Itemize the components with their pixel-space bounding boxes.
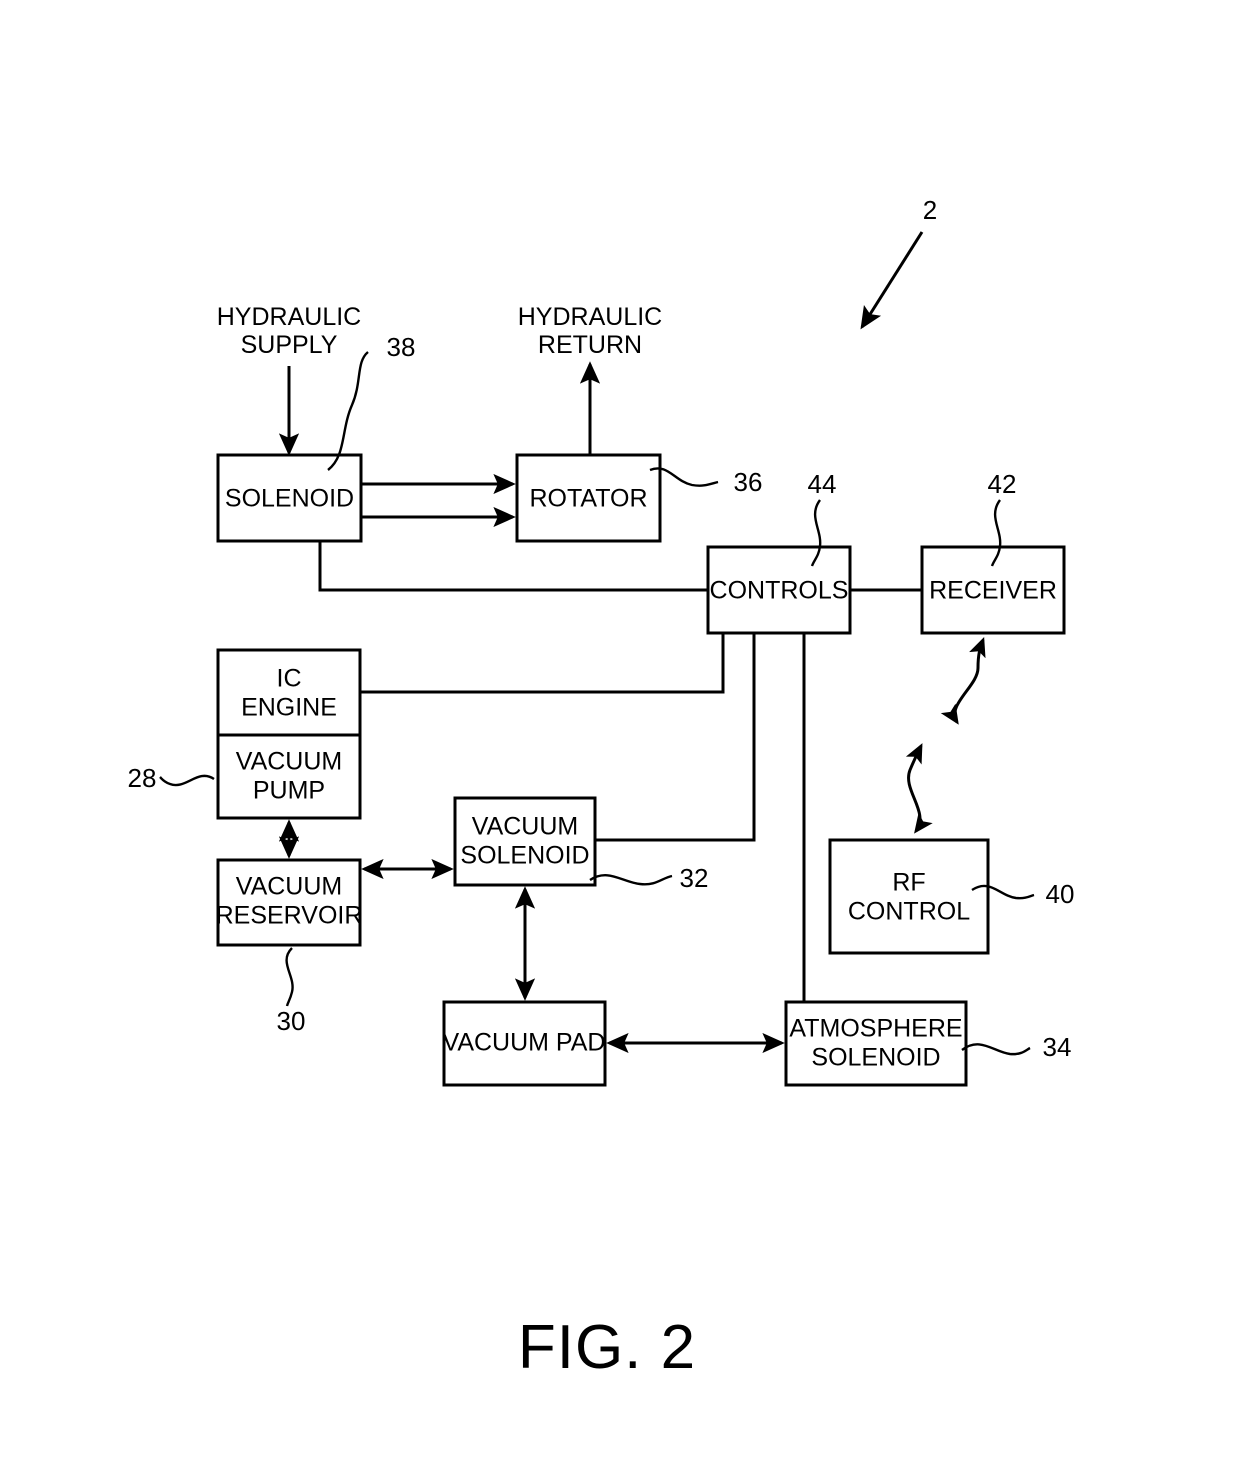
block-solenoid[interactable]: SOLENOID [216, 453, 363, 543]
ref-numeral-44: 44 [808, 469, 837, 499]
block-rf-control[interactable]: RF CONTROL [828, 838, 990, 955]
vacuum-pad-label: VACUUM PAD [443, 1029, 606, 1057]
leader-line-42 [990, 499, 1002, 567]
ref-callout-32: 32 [589, 863, 709, 893]
vacuum-solenoid-label-line2: SOLENOID [460, 842, 589, 870]
ref-numeral-34: 34 [1043, 1032, 1072, 1062]
figure-caption: FIG. 2 [518, 1313, 696, 1382]
hydraulic-supply-label: HYDRAULIC SUPPLY [217, 303, 361, 456]
hydraulic-supply-line2: SUPPLY [241, 331, 338, 359]
vacuum-reservoir-label-line2: RESERVOIR [216, 902, 363, 930]
vacuum-pump-label-line2: PUMP [253, 777, 325, 805]
hydraulic-return-line2: RETURN [538, 331, 642, 359]
controls-label: CONTROLS [710, 577, 849, 605]
ref-callout-34: 34 [961, 1032, 1072, 1062]
ref-numeral-36: 36 [734, 467, 763, 497]
solenoid-to-controls-line [318, 541, 708, 592]
rf-control-label-line1: RF [892, 869, 925, 897]
block-atmosphere-solenoid[interactable]: ATMOSPHERE SOLENOID [784, 1000, 968, 1087]
hydraulic-return-line1: HYDRAULIC [518, 303, 662, 331]
ref-callout-36: 36 [649, 467, 763, 497]
ic-engine-label-line1: IC [277, 665, 302, 693]
block-diagram: 2 HYDRAULIC SUPPLY HYDRAULIC RETURN SOLE… [128, 195, 1075, 1382]
leader-line-28 [159, 774, 215, 787]
patent-figure-page: 2 HYDRAULIC SUPPLY HYDRAULIC RETURN SOLE… [0, 0, 1240, 1468]
atmosphere-solenoid-label-line1: ATMOSPHERE [789, 1015, 962, 1043]
block-ic-engine-vacuum-pump[interactable]: IC ENGINE VACUUM PUMP [216, 648, 362, 820]
vacuum-solenoid-label-line1: VACUUM [472, 813, 578, 841]
ref-callout-42: 42 [988, 469, 1017, 567]
hydraulic-supply-line1: HYDRAULIC [217, 303, 361, 331]
ref-numeral-42: 42 [988, 469, 1017, 499]
rf-wavy-arrow-upper [940, 636, 986, 725]
block-vacuum-pad[interactable]: VACUUM PAD [442, 1000, 607, 1087]
ref-numeral-40: 40 [1046, 879, 1075, 909]
block-vacuum-reservoir[interactable]: VACUUM RESERVOIR [216, 858, 363, 947]
ref-numeral-32: 32 [680, 863, 709, 893]
ref-callout-44: 44 [808, 469, 837, 567]
hydraulic-return-label: HYDRAULIC RETURN [518, 303, 662, 455]
ref-callout-38: 38 [327, 332, 416, 471]
block-receiver[interactable]: RECEIVER [920, 545, 1066, 635]
ic-engine-label-line2: ENGINE [241, 694, 337, 722]
leader-line-32 [589, 874, 673, 886]
block-controls[interactable]: CONTROLS [706, 545, 852, 635]
leader-line-30 [285, 947, 294, 1007]
leader-line-38 [327, 351, 369, 471]
ref-numeral-30: 30 [277, 1006, 306, 1036]
rotator-label: ROTATOR [529, 485, 647, 513]
leader-line-34 [961, 1043, 1031, 1056]
vacuum-solenoid-to-controls-line [595, 633, 756, 842]
ic-engine-to-controls-line [360, 633, 725, 694]
vacuum-reservoir-label-line1: VACUUM [236, 873, 342, 901]
atmosphere-solenoid-label-line2: SOLENOID [811, 1044, 940, 1072]
rf-control-label-line2: CONTROL [848, 898, 970, 926]
vacuum-pump-label-line1: VACUUM [236, 748, 342, 776]
leader-line-44 [810, 499, 822, 567]
ref-numeral-2: 2 [923, 195, 937, 225]
system-pointer-arrow [860, 231, 924, 330]
block-vacuum-solenoid[interactable]: VACUUM SOLENOID [453, 796, 597, 887]
block-rotator[interactable]: ROTATOR [515, 453, 662, 543]
solenoid-label: SOLENOID [225, 485, 354, 513]
ref-numeral-28: 28 [128, 763, 157, 793]
rf-wavy-arrow-lower [905, 743, 933, 834]
ref-callout-28: 28 [128, 763, 215, 793]
system-reference-callout: 2 [860, 195, 937, 330]
ref-callout-30: 30 [277, 947, 306, 1036]
ref-numeral-38: 38 [387, 332, 416, 362]
receiver-label: RECEIVER [929, 577, 1057, 605]
leader-line-40 [971, 884, 1035, 900]
